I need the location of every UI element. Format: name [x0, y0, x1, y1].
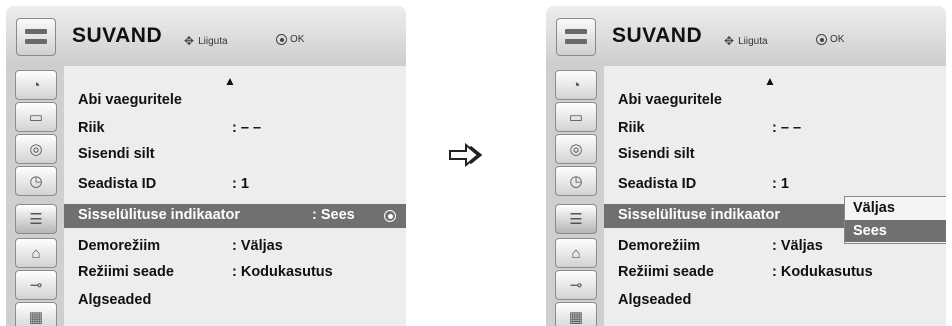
input-plug-icon[interactable]: ⊸	[15, 270, 57, 300]
selected-indicator-icon	[384, 210, 396, 222]
menu-item-value: : 1	[232, 176, 249, 192]
menu-item-label[interactable]: Algseaded	[78, 292, 151, 308]
lock-icon[interactable]: ⌂	[15, 238, 57, 268]
menu-item-value: : 1	[772, 176, 789, 192]
clock-icon[interactable]: ◷	[555, 166, 597, 196]
menu-item-value: : Väljas	[232, 238, 283, 254]
transition-arrow-icon	[449, 142, 483, 168]
menu-title: SUVAND	[72, 24, 163, 47]
dpad-icon: ✥	[724, 34, 735, 48]
highlighted-menu-item[interactable]: Sisselülituse indikaator : Sees	[64, 204, 406, 228]
menu-item-value: : Sees	[312, 207, 355, 223]
menu-item-value: : Väljas	[772, 238, 823, 254]
move-hint: ✥ Liiguta	[724, 34, 768, 48]
menu-item-label[interactable]: Riik	[78, 120, 105, 136]
option-toolbox-icon[interactable]: ☰	[555, 204, 597, 234]
menu-panel-before: SUVAND ✥ Liiguta OK ◔ ▭ ◎ ◷ ☰ ⌂ ⊸ ▦ ▲ Ab…	[6, 6, 406, 326]
menu-item-value: : – –	[232, 120, 262, 136]
speaker-icon[interactable]: ◎	[15, 134, 57, 164]
menu-item-label: Sisselülituse indikaator	[78, 207, 240, 223]
clock-icon[interactable]: ◷	[15, 166, 57, 196]
option-toolbox-icon	[16, 18, 56, 56]
menu-item-value: : Kodukasutus	[772, 264, 873, 280]
ok-icon	[276, 34, 287, 45]
menu-item-label[interactable]: Demorežiim	[78, 238, 160, 254]
menu-item-label[interactable]: Demorežiim	[618, 238, 700, 254]
indicator-dropdown: Väljas Sees	[844, 196, 946, 244]
menu-item-value: : Kodukasutus	[232, 264, 333, 280]
scroll-up-arrow[interactable]: ▲	[224, 74, 236, 88]
monitor-icon[interactable]: ▭	[555, 102, 597, 132]
menu-item-label[interactable]: Režiimi seade	[78, 264, 174, 280]
usb-clapper-icon[interactable]: ▦	[15, 302, 57, 326]
option-toolbox-icon[interactable]: ☰	[15, 204, 57, 234]
monitor-icon[interactable]: ▭	[15, 102, 57, 132]
menu-item-value: : – –	[772, 120, 802, 136]
category-sidebar: ◔ ▭ ◎ ◷ ☰ ⌂ ⊸ ▦	[6, 66, 64, 326]
option-list: ▲ Abi vaeguritele Riik : – – Sisendi sil…	[64, 66, 406, 326]
usb-clapper-icon[interactable]: ▦	[555, 302, 597, 326]
menu-item-label[interactable]: Riik	[618, 120, 645, 136]
dropdown-option-valjas[interactable]: Väljas	[845, 197, 946, 219]
menu-item-label[interactable]: Seadista ID	[78, 176, 156, 192]
dropdown-option-sees[interactable]: Sees	[845, 220, 946, 242]
ok-icon	[816, 34, 827, 45]
move-hint: ✥ Liiguta	[184, 34, 228, 48]
menu-item-label[interactable]: Sisendi silt	[618, 146, 695, 162]
satellite-dish-icon[interactable]: ◔	[555, 70, 597, 100]
lock-icon[interactable]: ⌂	[555, 238, 597, 268]
option-toolbox-icon	[556, 18, 596, 56]
speaker-icon[interactable]: ◎	[555, 134, 597, 164]
menu-title: SUVAND	[612, 24, 703, 47]
menu-item-label[interactable]: Algseaded	[618, 292, 691, 308]
menu-item-label[interactable]: Seadista ID	[618, 176, 696, 192]
menu-item-label[interactable]: Abi vaeguritele	[78, 92, 182, 108]
satellite-dish-icon[interactable]: ◔	[15, 70, 57, 100]
menu-item-label[interactable]: Sisendi silt	[78, 146, 155, 162]
menu-panel-after: SUVAND ✥ Liiguta OK ◔ ▭ ◎ ◷ ☰ ⌂ ⊸ ▦ ▲ Ab…	[546, 6, 946, 326]
menu-item-label: Sisselülituse indikaator	[618, 207, 780, 223]
menu-item-label[interactable]: Abi vaeguritele	[618, 92, 722, 108]
scroll-up-arrow[interactable]: ▲	[764, 74, 776, 88]
dpad-icon: ✥	[184, 34, 195, 48]
menu-header: SUVAND ✥ Liiguta OK	[546, 6, 946, 66]
input-plug-icon[interactable]: ⊸	[555, 270, 597, 300]
menu-item-label[interactable]: Režiimi seade	[618, 264, 714, 280]
menu-header: SUVAND ✥ Liiguta OK	[6, 6, 406, 66]
ok-hint: OK	[276, 34, 304, 45]
option-list: ▲ Abi vaeguritele Riik : – – Sisendi sil…	[604, 66, 946, 326]
category-sidebar: ◔ ▭ ◎ ◷ ☰ ⌂ ⊸ ▦	[546, 66, 604, 326]
ok-hint: OK	[816, 34, 844, 45]
